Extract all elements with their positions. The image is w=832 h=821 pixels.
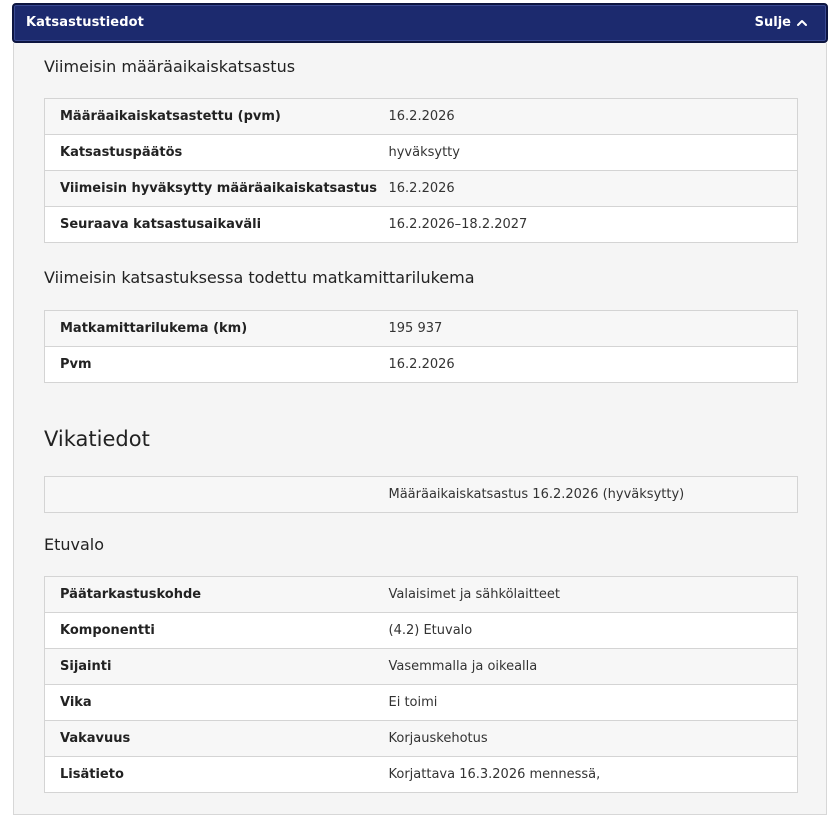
row-label (44, 476, 374, 513)
accordion-header[interactable]: Katsastustiedot Sulje (12, 3, 828, 43)
row-value: hyväksytty (373, 134, 798, 171)
row-value: Määräaikaiskatsastus 16.2.2026 (hyväksyt… (373, 476, 798, 513)
table-row: Vakavuus Korjauskehotus (44, 720, 798, 757)
table-row: Sijainti Vasemmalla ja oikealla (44, 648, 798, 685)
table-row: Pvm 16.2.2026 (44, 346, 798, 383)
table-row: Katsastuspäätös hyväksytty (44, 134, 798, 171)
row-value: 16.2.2026 (373, 346, 798, 383)
row-label: Sijainti (44, 648, 374, 685)
fault-item-heading: Etuvalo (44, 535, 105, 554)
table-row: Lisätieto Korjattava 16.3.2026 mennessä, (44, 756, 798, 793)
faults-summary-table: Määräaikaiskatsastus 16.2.2026 (hyväksyt… (44, 476, 798, 513)
row-label: Määräaikaiskatsastettu (pvm) (44, 98, 374, 135)
row-value: Korjauskehotus (373, 720, 798, 757)
table-row: Komponentti (4.2) Etuvalo (44, 612, 798, 649)
row-label: Lisätieto (44, 756, 374, 793)
odometer-heading: Viimeisin katsastuksessa todettu matkami… (44, 268, 475, 287)
chevron-up-icon (797, 19, 807, 26)
row-value: 16.2.2026 (373, 170, 798, 207)
table-row: Seuraava katsastusaikaväli 16.2.2026–18.… (44, 206, 798, 243)
row-value: 195 937 (373, 310, 798, 347)
faults-heading: Vikatiedot (44, 427, 150, 451)
table-row: Määräaikaiskatsastettu (pvm) 16.2.2026 (44, 98, 798, 135)
row-value: Vasemmalla ja oikealla (373, 648, 798, 685)
table-row: Määräaikaiskatsastus 16.2.2026 (hyväksyt… (44, 476, 798, 513)
fault-details-table: Päätarkastuskohde Valaisimet ja sähkölai… (44, 576, 798, 793)
row-value: 16.2.2026–18.2.2027 (373, 206, 798, 243)
row-value: Ei toimi (373, 684, 798, 721)
row-label: Katsastuspäätös (44, 134, 374, 171)
close-toggle-label: Sulje (754, 15, 791, 30)
table-row: Vika Ei toimi (44, 684, 798, 721)
row-label: Päätarkastuskohde (44, 576, 374, 613)
row-label: Vika (44, 684, 374, 721)
row-label: Matkamittarilukema (km) (44, 310, 374, 347)
row-label: Komponentti (44, 612, 374, 649)
latest-inspection-heading: Viimeisin määräaikaiskatsastus (44, 57, 296, 76)
close-toggle-button[interactable]: Sulje (755, 15, 808, 30)
row-label: Viimeisin hyväksytty määräaikaiskatsastu… (44, 170, 377, 207)
row-value: Valaisimet ja sähkölaitteet (373, 576, 798, 613)
table-row: Päätarkastuskohde Valaisimet ja sähkölai… (44, 576, 798, 613)
table-row: Matkamittarilukema (km) 195 937 (44, 310, 798, 347)
row-label: Vakavuus (44, 720, 374, 757)
row-label: Pvm (44, 346, 374, 383)
inspection-accordion: Katsastustiedot Sulje Viimeisin määräaik… (12, 3, 828, 815)
table-row: Viimeisin hyväksytty määräaikaiskatsastu… (44, 170, 798, 207)
accordion-title: Katsastustiedot (26, 15, 144, 30)
row-value: Korjattava 16.3.2026 mennessä, (373, 756, 798, 793)
odometer-table: Matkamittarilukema (km) 195 937 Pvm 16.2… (44, 310, 798, 383)
row-value: 16.2.2026 (373, 98, 798, 135)
accordion-body: Viimeisin määräaikaiskatsastus Määräaika… (13, 43, 827, 815)
row-label: Seuraava katsastusaikaväli (44, 206, 374, 243)
latest-inspection-table: Määräaikaiskatsastettu (pvm) 16.2.2026 K… (44, 98, 798, 243)
row-value: (4.2) Etuvalo (373, 612, 798, 649)
